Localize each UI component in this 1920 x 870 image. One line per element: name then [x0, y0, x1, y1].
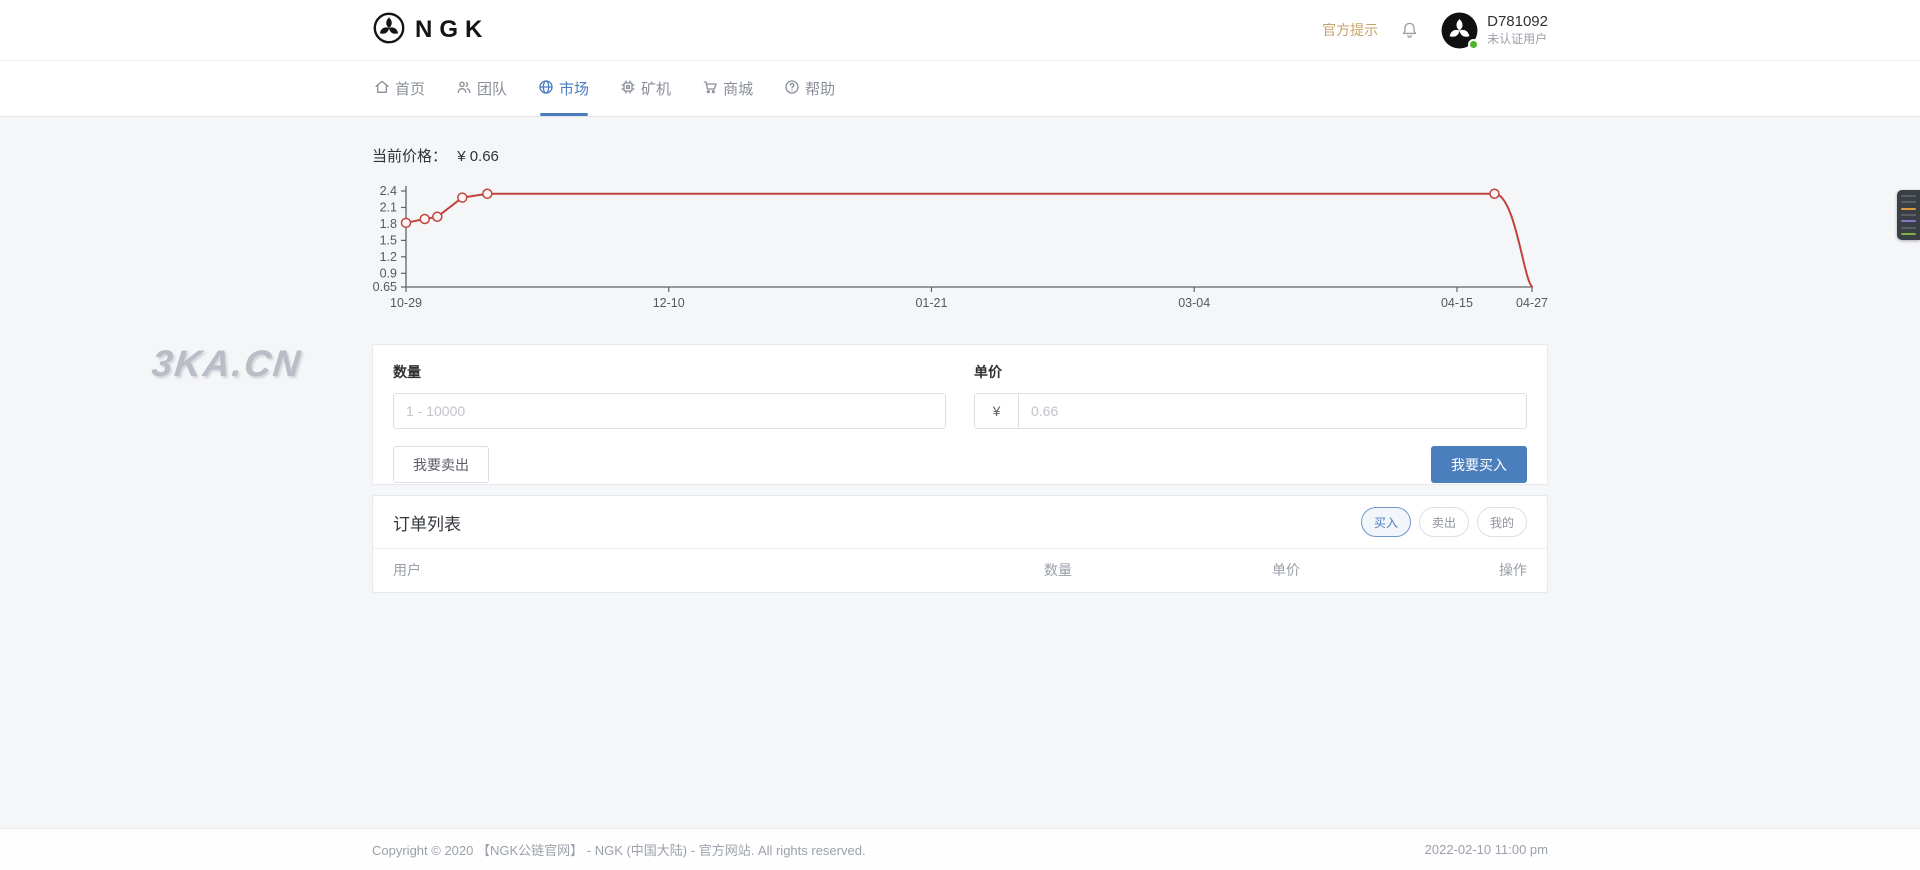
current-price-row: 当前价格： ¥ 0.66 — [372, 145, 1548, 166]
svg-text:2.4: 2.4 — [380, 184, 397, 198]
online-status-dot — [1468, 39, 1479, 50]
order-list-card: 订单列表 买入 卖出 我的 用户 数量 单价 操作 — [372, 495, 1548, 593]
col-user: 用户 — [393, 560, 1044, 580]
quantity-label: 数量 — [393, 362, 946, 382]
filter-sell-pill[interactable]: 卖出 — [1419, 507, 1469, 537]
nav-label: 首页 — [395, 78, 425, 99]
cart-icon — [702, 79, 718, 99]
app-header: NGK 官方提示 — [0, 0, 1920, 61]
col-action: 操作 — [1499, 560, 1527, 580]
buy-button[interactable]: 我要买入 — [1431, 446, 1527, 483]
extension-widget[interactable] — [1897, 190, 1920, 240]
main-nav: 首页 团队 市场 — [0, 61, 1920, 117]
nav-label: 矿机 — [641, 78, 671, 99]
svg-text:12-10: 12-10 — [653, 296, 685, 310]
help-icon — [784, 79, 800, 99]
filter-mine-pill[interactable]: 我的 — [1477, 507, 1527, 537]
unit-price-label: 单价 — [974, 362, 1527, 382]
svg-text:04-27: 04-27 — [1516, 296, 1548, 310]
ngk-logo[interactable]: NGK — [372, 11, 489, 50]
order-list-title: 订单列表 — [393, 510, 461, 535]
order-table-header: 用户 数量 单价 操作 — [373, 548, 1547, 592]
widget-stripe-purple — [1901, 220, 1916, 222]
widget-stripe-orange — [1901, 208, 1916, 210]
quantity-column: 数量 我要卖出 — [393, 362, 946, 483]
widget-stripe-green — [1901, 233, 1916, 235]
price-column: 单价 ¥ 我要买入 — [974, 362, 1527, 483]
unit-price-input[interactable] — [1019, 394, 1526, 428]
brand-name: NGK — [415, 16, 489, 44]
svg-text:1.5: 1.5 — [380, 233, 397, 247]
user-menu[interactable]: D781092 未认证用户 — [1441, 12, 1548, 49]
page-footer: Copyright © 2020 【NGK公链官网】 - NGK (中国大陆) … — [0, 828, 1920, 870]
trade-form-card: 数量 我要卖出 单价 ¥ 我要买入 — [372, 344, 1548, 485]
svg-text:1.2: 1.2 — [380, 250, 397, 264]
notification-bell-icon[interactable] — [1400, 21, 1419, 40]
copyright-text: Copyright © 2020 【NGK公链官网】 - NGK (中国大陆) … — [372, 840, 866, 859]
home-icon — [374, 79, 390, 99]
sell-button[interactable]: 我要卖出 — [393, 446, 489, 483]
col-quantity: 数量 — [1044, 560, 1272, 580]
footer-timestamp: 2022-02-10 11:00 pm — [1425, 842, 1548, 857]
nav-label: 帮助 — [805, 78, 835, 99]
nav-item-team[interactable]: 团队 — [454, 61, 509, 116]
widget-stripe — [1901, 214, 1916, 216]
nav-item-help[interactable]: 帮助 — [782, 61, 837, 116]
svg-text:10-29: 10-29 — [390, 296, 422, 310]
team-icon — [456, 79, 472, 99]
nav-item-market[interactable]: 市场 — [536, 61, 591, 116]
chip-icon — [620, 79, 636, 99]
avatar — [1441, 12, 1478, 49]
widget-stripe — [1901, 227, 1916, 229]
nav-label: 市场 — [559, 78, 589, 99]
site-watermark: 3KA.CN — [150, 343, 304, 385]
svg-text:0.65: 0.65 — [373, 280, 397, 294]
svg-text:03-04: 03-04 — [1178, 296, 1210, 310]
order-filter-group: 买入 卖出 我的 — [1361, 507, 1527, 537]
nav-item-home[interactable]: 首页 — [372, 61, 427, 116]
svg-text:04-15: 04-15 — [1441, 296, 1473, 310]
current-price-value: ¥ 0.66 — [457, 148, 499, 165]
globe-icon — [538, 79, 554, 99]
nav-item-mall[interactable]: 商城 — [700, 61, 755, 116]
col-price: 单价 — [1272, 560, 1499, 580]
nav-label: 商城 — [723, 78, 753, 99]
nav-item-miner[interactable]: 矿机 — [618, 61, 673, 116]
user-id: D781092 — [1487, 13, 1548, 32]
widget-stripe — [1901, 195, 1916, 197]
price-line-chart: 2.4 2.1 1.8 1.5 1.2 0.90.65 10-29 12-10 01-21 03-… — [372, 179, 1548, 336]
svg-text:2.1: 2.1 — [380, 200, 397, 214]
quantity-input[interactable] — [393, 393, 946, 429]
svg-text:01-21: 01-21 — [915, 296, 947, 310]
widget-stripe — [1901, 201, 1916, 203]
official-tip-link[interactable]: 官方提示 — [1322, 20, 1378, 40]
user-verify-status: 未认证用户 — [1487, 32, 1548, 47]
svg-text:0.9: 0.9 — [380, 266, 397, 280]
ngk-logo-icon — [372, 11, 406, 50]
current-price-label: 当前价格： — [372, 148, 447, 165]
filter-buy-pill[interactable]: 买入 — [1361, 507, 1411, 537]
nav-label: 团队 — [477, 78, 507, 99]
currency-symbol: ¥ — [975, 394, 1019, 428]
svg-text:1.8: 1.8 — [380, 217, 397, 231]
